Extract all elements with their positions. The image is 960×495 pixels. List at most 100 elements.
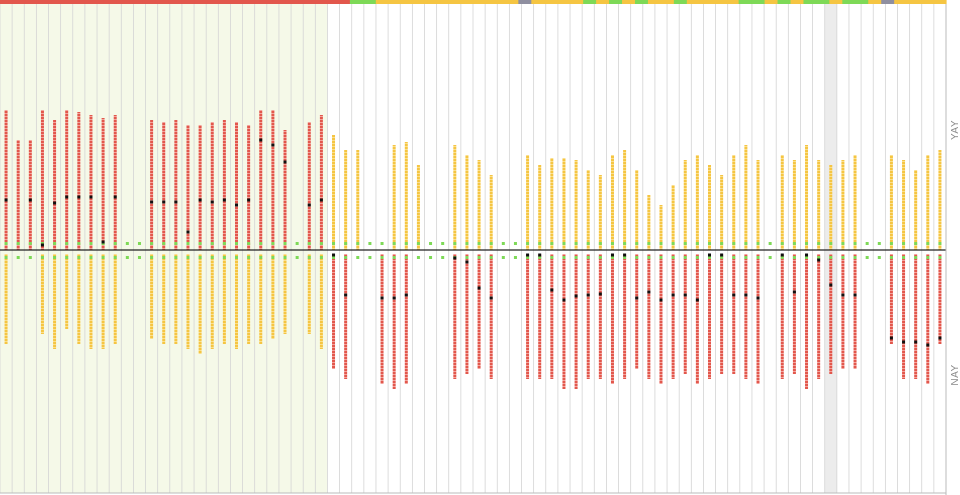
yay-marker xyxy=(744,242,748,245)
yay-marker xyxy=(720,242,724,245)
status-segment xyxy=(686,0,701,4)
status-segment xyxy=(453,0,468,4)
yay-marker xyxy=(53,242,57,245)
yay-marker xyxy=(598,242,602,245)
yay-marker xyxy=(768,242,772,245)
nay-dot xyxy=(562,298,566,302)
yay-bar xyxy=(344,150,348,250)
yay-marker xyxy=(404,242,408,245)
status-segment xyxy=(375,0,390,4)
status-segment xyxy=(609,0,623,4)
nay-bar xyxy=(756,254,760,384)
nay-bar xyxy=(526,254,530,379)
nay-bar xyxy=(574,254,578,389)
yay-bar xyxy=(756,160,760,250)
nay-bar xyxy=(319,254,323,349)
yay-bar xyxy=(198,125,202,250)
nay-marker xyxy=(586,256,590,259)
yay-marker xyxy=(368,242,372,245)
nay-marker xyxy=(404,256,408,259)
yay-marker xyxy=(550,242,554,245)
status-segment xyxy=(596,0,610,4)
nay-dot xyxy=(708,253,711,257)
yay-marker xyxy=(623,242,627,245)
nay-dot xyxy=(756,296,760,300)
yay-marker xyxy=(441,242,445,245)
yay-bar xyxy=(635,170,639,250)
nay-marker xyxy=(877,256,881,259)
nay-marker xyxy=(295,256,299,259)
yay-bar xyxy=(65,110,69,250)
yay-bar xyxy=(623,150,627,250)
nay-bar xyxy=(853,254,857,369)
yay-dot xyxy=(259,138,263,142)
nay-marker xyxy=(307,256,311,259)
status-segment xyxy=(894,0,908,4)
yay-marker xyxy=(586,242,590,245)
yay-marker xyxy=(780,242,784,245)
yay-marker xyxy=(574,242,578,245)
status-segment xyxy=(220,0,234,4)
yay-marker xyxy=(792,242,796,245)
yay-dot xyxy=(150,200,154,204)
yay-bar xyxy=(526,155,530,250)
nay-dot xyxy=(926,343,930,347)
nay-dot xyxy=(610,253,614,257)
yay-marker xyxy=(319,242,323,245)
nay-dot xyxy=(344,293,348,297)
nay-label: NAY xyxy=(950,364,960,385)
yay-bar xyxy=(817,160,821,250)
yay-marker xyxy=(756,242,760,245)
yay-marker xyxy=(562,242,566,245)
yay-bar xyxy=(40,110,44,250)
yay-bar xyxy=(792,160,796,250)
status-segment xyxy=(738,0,753,4)
status-segment xyxy=(25,0,40,4)
status-segment xyxy=(194,0,208,4)
nay-marker xyxy=(392,256,396,259)
yay-dot xyxy=(283,160,287,164)
nay-bar xyxy=(695,254,699,384)
status-segment xyxy=(38,0,53,4)
nay-marker xyxy=(271,256,275,259)
yay-marker xyxy=(841,242,845,245)
yay-marker xyxy=(28,242,32,245)
nay-dot xyxy=(938,336,942,340)
nay-bar xyxy=(174,254,178,344)
yay-bar xyxy=(938,150,942,250)
nay-bar xyxy=(489,254,493,379)
yay-marker xyxy=(186,242,190,245)
yay-bar xyxy=(902,160,906,250)
yay-marker xyxy=(222,242,226,245)
status-segment xyxy=(116,0,131,4)
status-segment xyxy=(531,0,545,4)
vote-chart: YAY NAY xyxy=(0,0,960,495)
status-bar xyxy=(0,0,947,4)
yay-bar xyxy=(259,110,263,250)
yay-dot xyxy=(210,200,214,204)
status-segment xyxy=(505,0,519,4)
nay-marker xyxy=(647,256,651,259)
nay-dot xyxy=(392,296,396,300)
status-segment xyxy=(362,0,377,4)
yay-dot xyxy=(271,143,275,147)
nay-dot xyxy=(380,296,384,300)
yay-bar xyxy=(805,145,809,250)
nay-bar xyxy=(259,254,263,344)
nay-dot xyxy=(720,253,724,257)
nay-bar xyxy=(65,254,69,329)
yay-dot xyxy=(89,195,93,199)
status-segment xyxy=(103,0,118,4)
yay-bar xyxy=(489,175,493,250)
yay-bar xyxy=(210,122,214,250)
nay-dot xyxy=(453,256,457,260)
nay-bar xyxy=(805,254,809,389)
status-segment xyxy=(933,0,947,4)
yay-marker xyxy=(247,242,251,245)
nay-dot xyxy=(574,294,578,298)
nay-marker xyxy=(368,256,372,259)
nay-dot xyxy=(732,293,736,297)
yay-bar xyxy=(113,115,117,250)
nay-marker xyxy=(829,256,833,259)
yay-marker xyxy=(344,242,348,245)
